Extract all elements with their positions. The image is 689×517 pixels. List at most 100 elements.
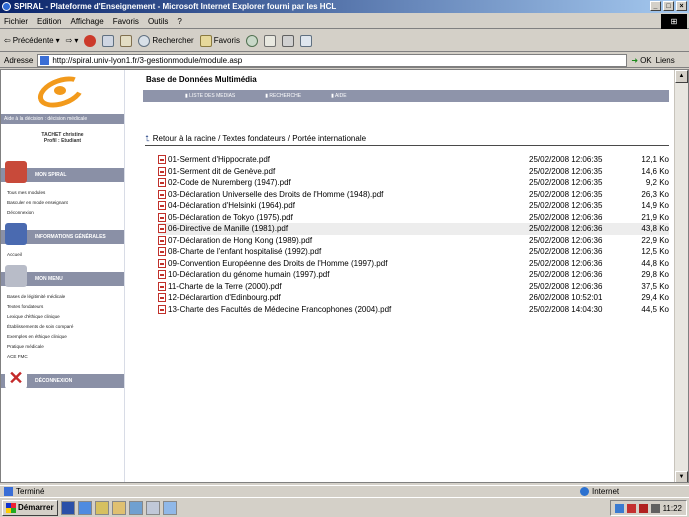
list-item[interactable]: 06-Directive de Manille (1981).pdf 25/02/… bbox=[158, 223, 669, 235]
mail-icon[interactable] bbox=[263, 34, 276, 47]
breadcrumb[interactable]: ⮤ Retour à la racine / Textes fondateurs… bbox=[145, 132, 669, 146]
back-button[interactable]: ⇦ Précédente ▾ bbox=[4, 36, 60, 45]
tray-acrobat-icon[interactable] bbox=[638, 503, 648, 513]
sidebar-item-mode-enseignant[interactable]: Basculer en mode enseignant bbox=[7, 198, 124, 208]
file-size: 12,5 Ko bbox=[641, 247, 669, 257]
vertical-scrollbar[interactable]: ▲ ▼ bbox=[674, 70, 688, 482]
menu-edition[interactable]: Edition bbox=[37, 17, 61, 26]
forward-button[interactable]: ⇨ ▾ bbox=[66, 36, 79, 45]
history-icon[interactable] bbox=[245, 34, 258, 47]
sidebar-item-ace-fmc[interactable]: ACE FMC bbox=[7, 352, 124, 362]
sidebar-item-accueil[interactable]: Accueil bbox=[7, 250, 124, 260]
back-label: Précédente bbox=[12, 36, 54, 45]
menu-fichier[interactable]: Fichier bbox=[4, 17, 28, 26]
security-zone: Internet bbox=[580, 487, 619, 496]
menu-favoris[interactable]: Favoris bbox=[113, 17, 139, 26]
sidebar-item-deconnexion[interactable]: Déconnexion bbox=[7, 208, 124, 218]
menu-affichage[interactable]: Affichage bbox=[70, 17, 103, 26]
nav-recherche[interactable]: RECHERCHE bbox=[265, 93, 301, 99]
menu-outils[interactable]: Outils bbox=[148, 17, 168, 26]
list-item[interactable]: 02-Code de Nuremberg (1947).pdf 25/02/200… bbox=[158, 177, 669, 189]
pdf-icon bbox=[158, 270, 166, 280]
file-date: 25/02/2008 12:06:36 bbox=[529, 247, 603, 257]
list-item[interactable]: 05-Déclaration de Tokyo (1975).pdf 25/02/… bbox=[158, 212, 669, 224]
list-item[interactable]: 04-Déclaration d'Helsinki (1964).pdf 25/0… bbox=[158, 200, 669, 212]
file-name: 13-Charte des Facultés de Médecine Franc… bbox=[168, 304, 392, 314]
word-icon[interactable] bbox=[60, 500, 75, 515]
tray-network-icon[interactable] bbox=[614, 503, 624, 513]
file-size: 29,8 Ko bbox=[641, 270, 669, 280]
favorites-icon bbox=[199, 34, 212, 47]
sidebar-item-tous-modules[interactable]: Tous mes modules bbox=[7, 188, 124, 198]
address-bar: Adresse http://spiral.univ-lyon1.fr/3-ge… bbox=[0, 53, 689, 68]
file-date: 25/02/2008 12:06:35 bbox=[529, 201, 603, 211]
list-item[interactable]: 09-Convention Européenne des Droits de l… bbox=[158, 258, 669, 270]
minimize-button[interactable]: _ bbox=[650, 1, 661, 11]
sidebar-item-exemples[interactable]: Exemples en éthique clinique bbox=[7, 332, 124, 342]
scroll-up-icon[interactable]: ▲ bbox=[675, 70, 688, 83]
section-mon-spiral: MON SPIRAL bbox=[1, 161, 124, 183]
media-nav-bar: LISTE DES MEDIAS RECHERCHE AIDE bbox=[143, 90, 669, 102]
close-x-icon: ✕ bbox=[5, 367, 27, 389]
nav-aide[interactable]: AIDE bbox=[331, 93, 347, 99]
list-item[interactable]: 11-Charte de la Terre (2000).pdf 25/02/20… bbox=[158, 281, 669, 293]
sidebar-item-lexique[interactable]: Lexique d'éthique clinique bbox=[7, 312, 124, 322]
sidebar-item-bases-legitimite[interactable]: Bases de légitimité médicale bbox=[7, 292, 124, 302]
edit-icon[interactable] bbox=[299, 34, 312, 47]
ie-icon[interactable] bbox=[77, 500, 92, 515]
file-name: 05-Déclaration de Tokyo (1975).pdf bbox=[168, 212, 293, 222]
list-item[interactable]: 01-Serment dit de Genève.pdf 25/02/2008 1… bbox=[158, 166, 669, 178]
outlook-icon[interactable] bbox=[94, 500, 109, 515]
file-date: 25/02/2008 12:06:35 bbox=[529, 155, 603, 165]
list-item[interactable]: 10-Déclaration du génome humain (1997).p… bbox=[158, 269, 669, 281]
refresh-icon[interactable] bbox=[102, 34, 115, 47]
list-item[interactable]: 08-Charte de l'enfant hospitalisé (1992)… bbox=[158, 246, 669, 258]
globe-icon bbox=[580, 487, 589, 496]
go-label: OK bbox=[640, 55, 652, 65]
file-size: 44,5 Ko bbox=[641, 304, 669, 314]
user-info: TACHET christine Profil : Etudiant bbox=[1, 124, 124, 164]
file-date: 25/02/2008 12:06:35 bbox=[529, 189, 603, 199]
list-item[interactable]: 12-Déclarartion d'Edinbourg.pdf 26/02/200… bbox=[158, 292, 669, 304]
list-item[interactable]: 01-Serment d'Hippocrate.pdf 25/02/2008 12… bbox=[158, 154, 669, 166]
stop-icon[interactable] bbox=[84, 34, 97, 47]
list-item[interactable]: 07-Déclaration de Hong Kong (1989).pdf 25… bbox=[158, 235, 669, 247]
scroll-down-icon[interactable]: ▼ bbox=[675, 471, 688, 482]
sidebar-item-pratique[interactable]: Pratique médicale bbox=[7, 342, 124, 352]
file-name: 11-Charte de la Terre (2000).pdf bbox=[168, 281, 282, 291]
task-ie-icon[interactable] bbox=[162, 500, 177, 515]
list-item[interactable]: 13-Charte des Facultés de Médecine Franc… bbox=[158, 304, 669, 316]
file-name: 02-Code de Nuremberg (1947).pdf bbox=[168, 178, 291, 188]
windows-flag-icon bbox=[6, 502, 16, 513]
file-size: 14,9 Ko bbox=[641, 201, 669, 211]
home-icon[interactable] bbox=[120, 34, 133, 47]
explorer-icon[interactable] bbox=[111, 500, 126, 515]
section-deconnexion[interactable]: ✕ DÉCONNEXION bbox=[1, 367, 124, 389]
file-size: 43,8 Ko bbox=[641, 224, 669, 234]
main-content: Base de Données Multimédia LISTE DES MED… bbox=[141, 70, 671, 482]
list-item[interactable]: 03-Déclaration Universelle des Droits de… bbox=[158, 189, 669, 201]
nav-liste-medias[interactable]: LISTE DES MEDIAS bbox=[185, 93, 235, 99]
file-size: 21,9 Ko bbox=[641, 212, 669, 222]
address-input[interactable]: http://spiral.univ-lyon1.fr/3-gestionmod… bbox=[37, 53, 628, 67]
maximize-button[interactable]: □ bbox=[663, 1, 674, 11]
search-button[interactable]: Rechercher bbox=[138, 34, 194, 47]
sidebar-item-etablissements[interactable]: Établissements de soin comparé bbox=[7, 322, 124, 332]
file-size: 29,4 Ko bbox=[641, 293, 669, 303]
links-button[interactable]: Liens bbox=[656, 56, 675, 65]
start-button[interactable]: Démarrer bbox=[2, 499, 58, 516]
sidebar-item-textes-fondateurs[interactable]: Textes fondateurs bbox=[7, 302, 124, 312]
menu-help[interactable]: ? bbox=[177, 17, 181, 26]
spiral-logo[interactable] bbox=[1, 70, 124, 114]
go-button[interactable]: ➜ OK bbox=[631, 56, 651, 65]
favorites-button[interactable]: Favoris bbox=[199, 34, 240, 47]
close-button[interactable]: × bbox=[676, 1, 687, 11]
pdf-icon bbox=[158, 235, 166, 245]
app-icon[interactable] bbox=[128, 500, 143, 515]
clock[interactable]: 11:22 bbox=[663, 504, 682, 513]
desktop-icon[interactable] bbox=[145, 500, 160, 515]
print-icon[interactable] bbox=[281, 34, 294, 47]
pdf-icon bbox=[158, 189, 166, 199]
tray-sound-icon[interactable] bbox=[650, 503, 660, 513]
tray-antivirus-icon[interactable] bbox=[626, 503, 636, 513]
